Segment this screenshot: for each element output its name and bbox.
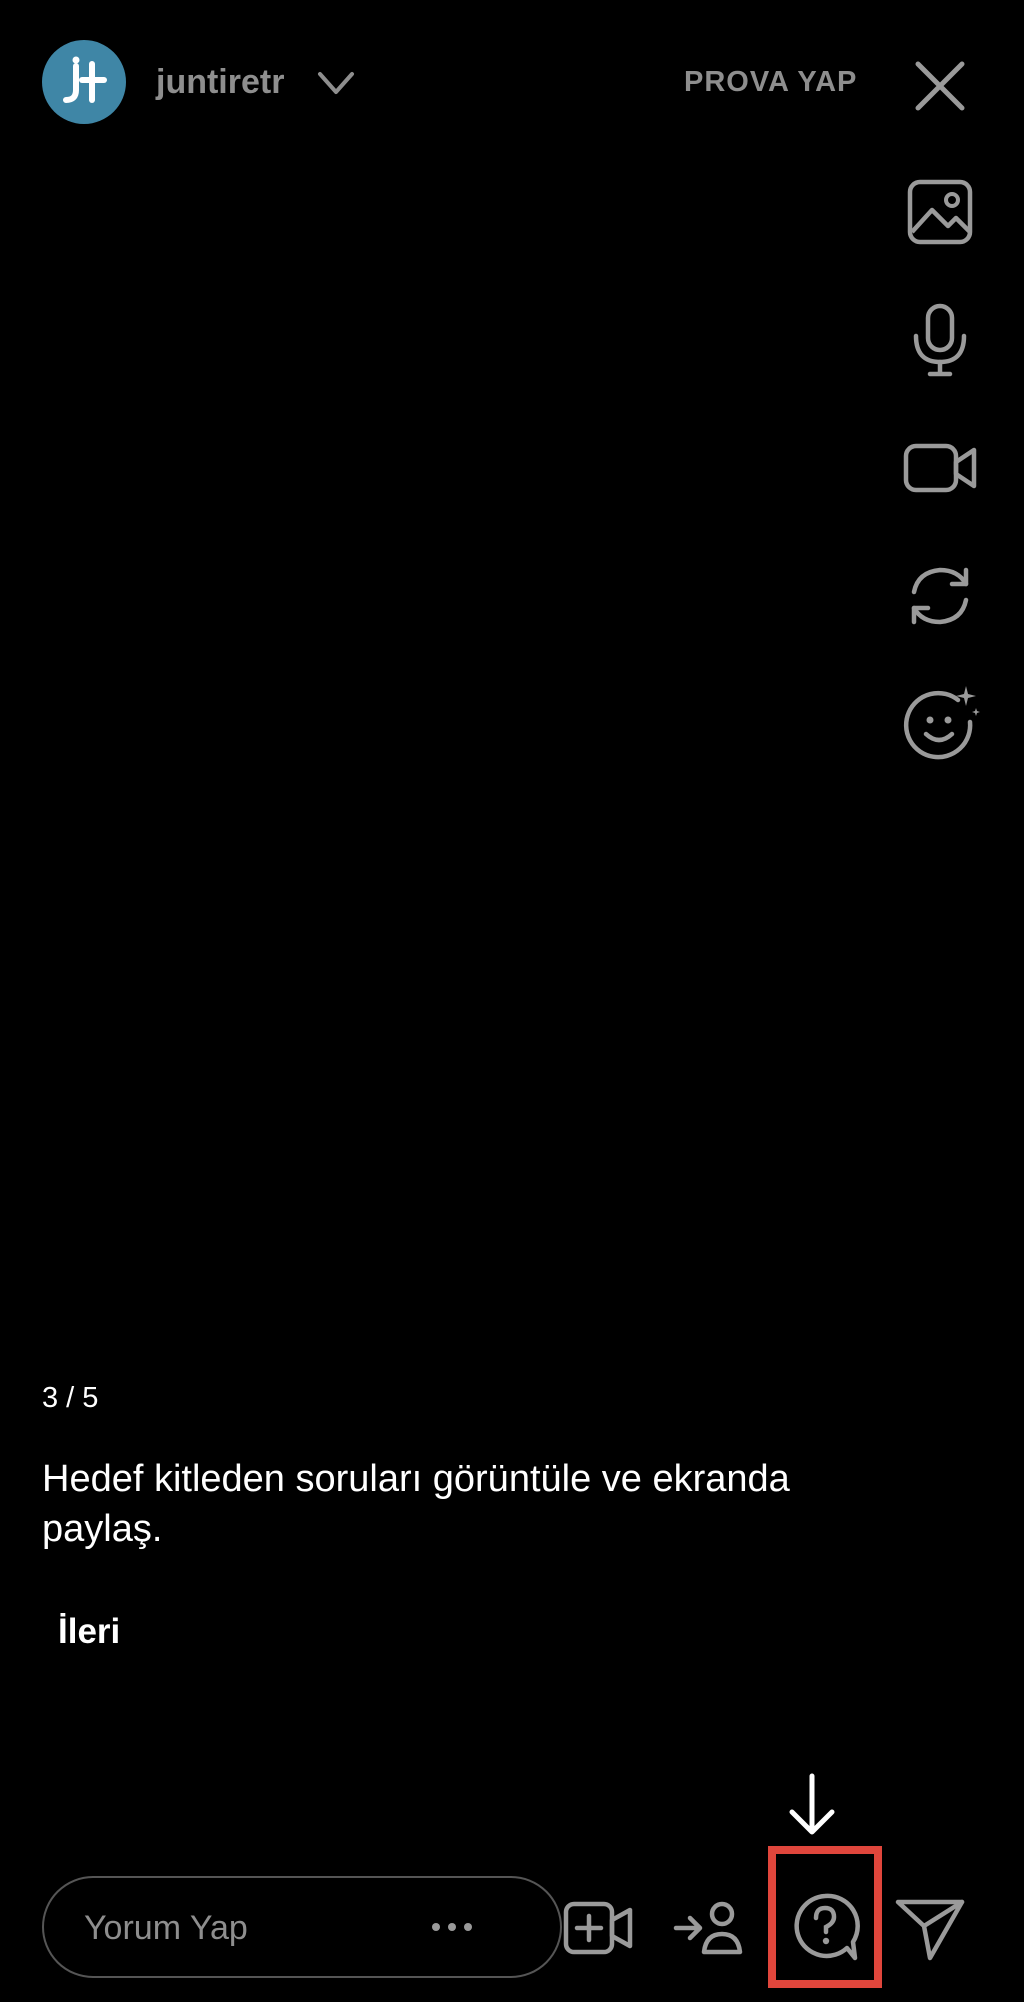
microphone-icon[interactable] (900, 300, 980, 380)
image-icon[interactable] (900, 172, 980, 252)
send-icon[interactable] (890, 1888, 970, 1968)
effects-face-icon[interactable] (900, 684, 980, 764)
video-camera-icon[interactable] (900, 428, 980, 508)
tutorial-description: Hedef kitleden soruları görüntüle ve ekr… (42, 1458, 790, 1550)
add-video-icon[interactable] (558, 1888, 638, 1968)
chevron-down-icon[interactable] (316, 66, 356, 100)
avatar[interactable] (42, 40, 126, 124)
arrow-down-icon (789, 1773, 835, 1835)
close-icon[interactable] (912, 58, 968, 114)
username[interactable]: juntiretr (156, 60, 284, 104)
step-counter: 3 / 5 (42, 1382, 99, 1414)
try-button[interactable]: PROVA YAP (684, 64, 857, 100)
switch-camera-icon[interactable] (900, 556, 980, 636)
highlight-box (768, 1846, 882, 1988)
invite-user-icon[interactable] (670, 1888, 750, 1968)
comment-placeholder: Yorum Yap (84, 1909, 248, 1947)
next-button[interactable]: İleri (58, 1610, 120, 1654)
more-icon[interactable] (428, 1912, 476, 1942)
juntire-logo (63, 56, 107, 103)
